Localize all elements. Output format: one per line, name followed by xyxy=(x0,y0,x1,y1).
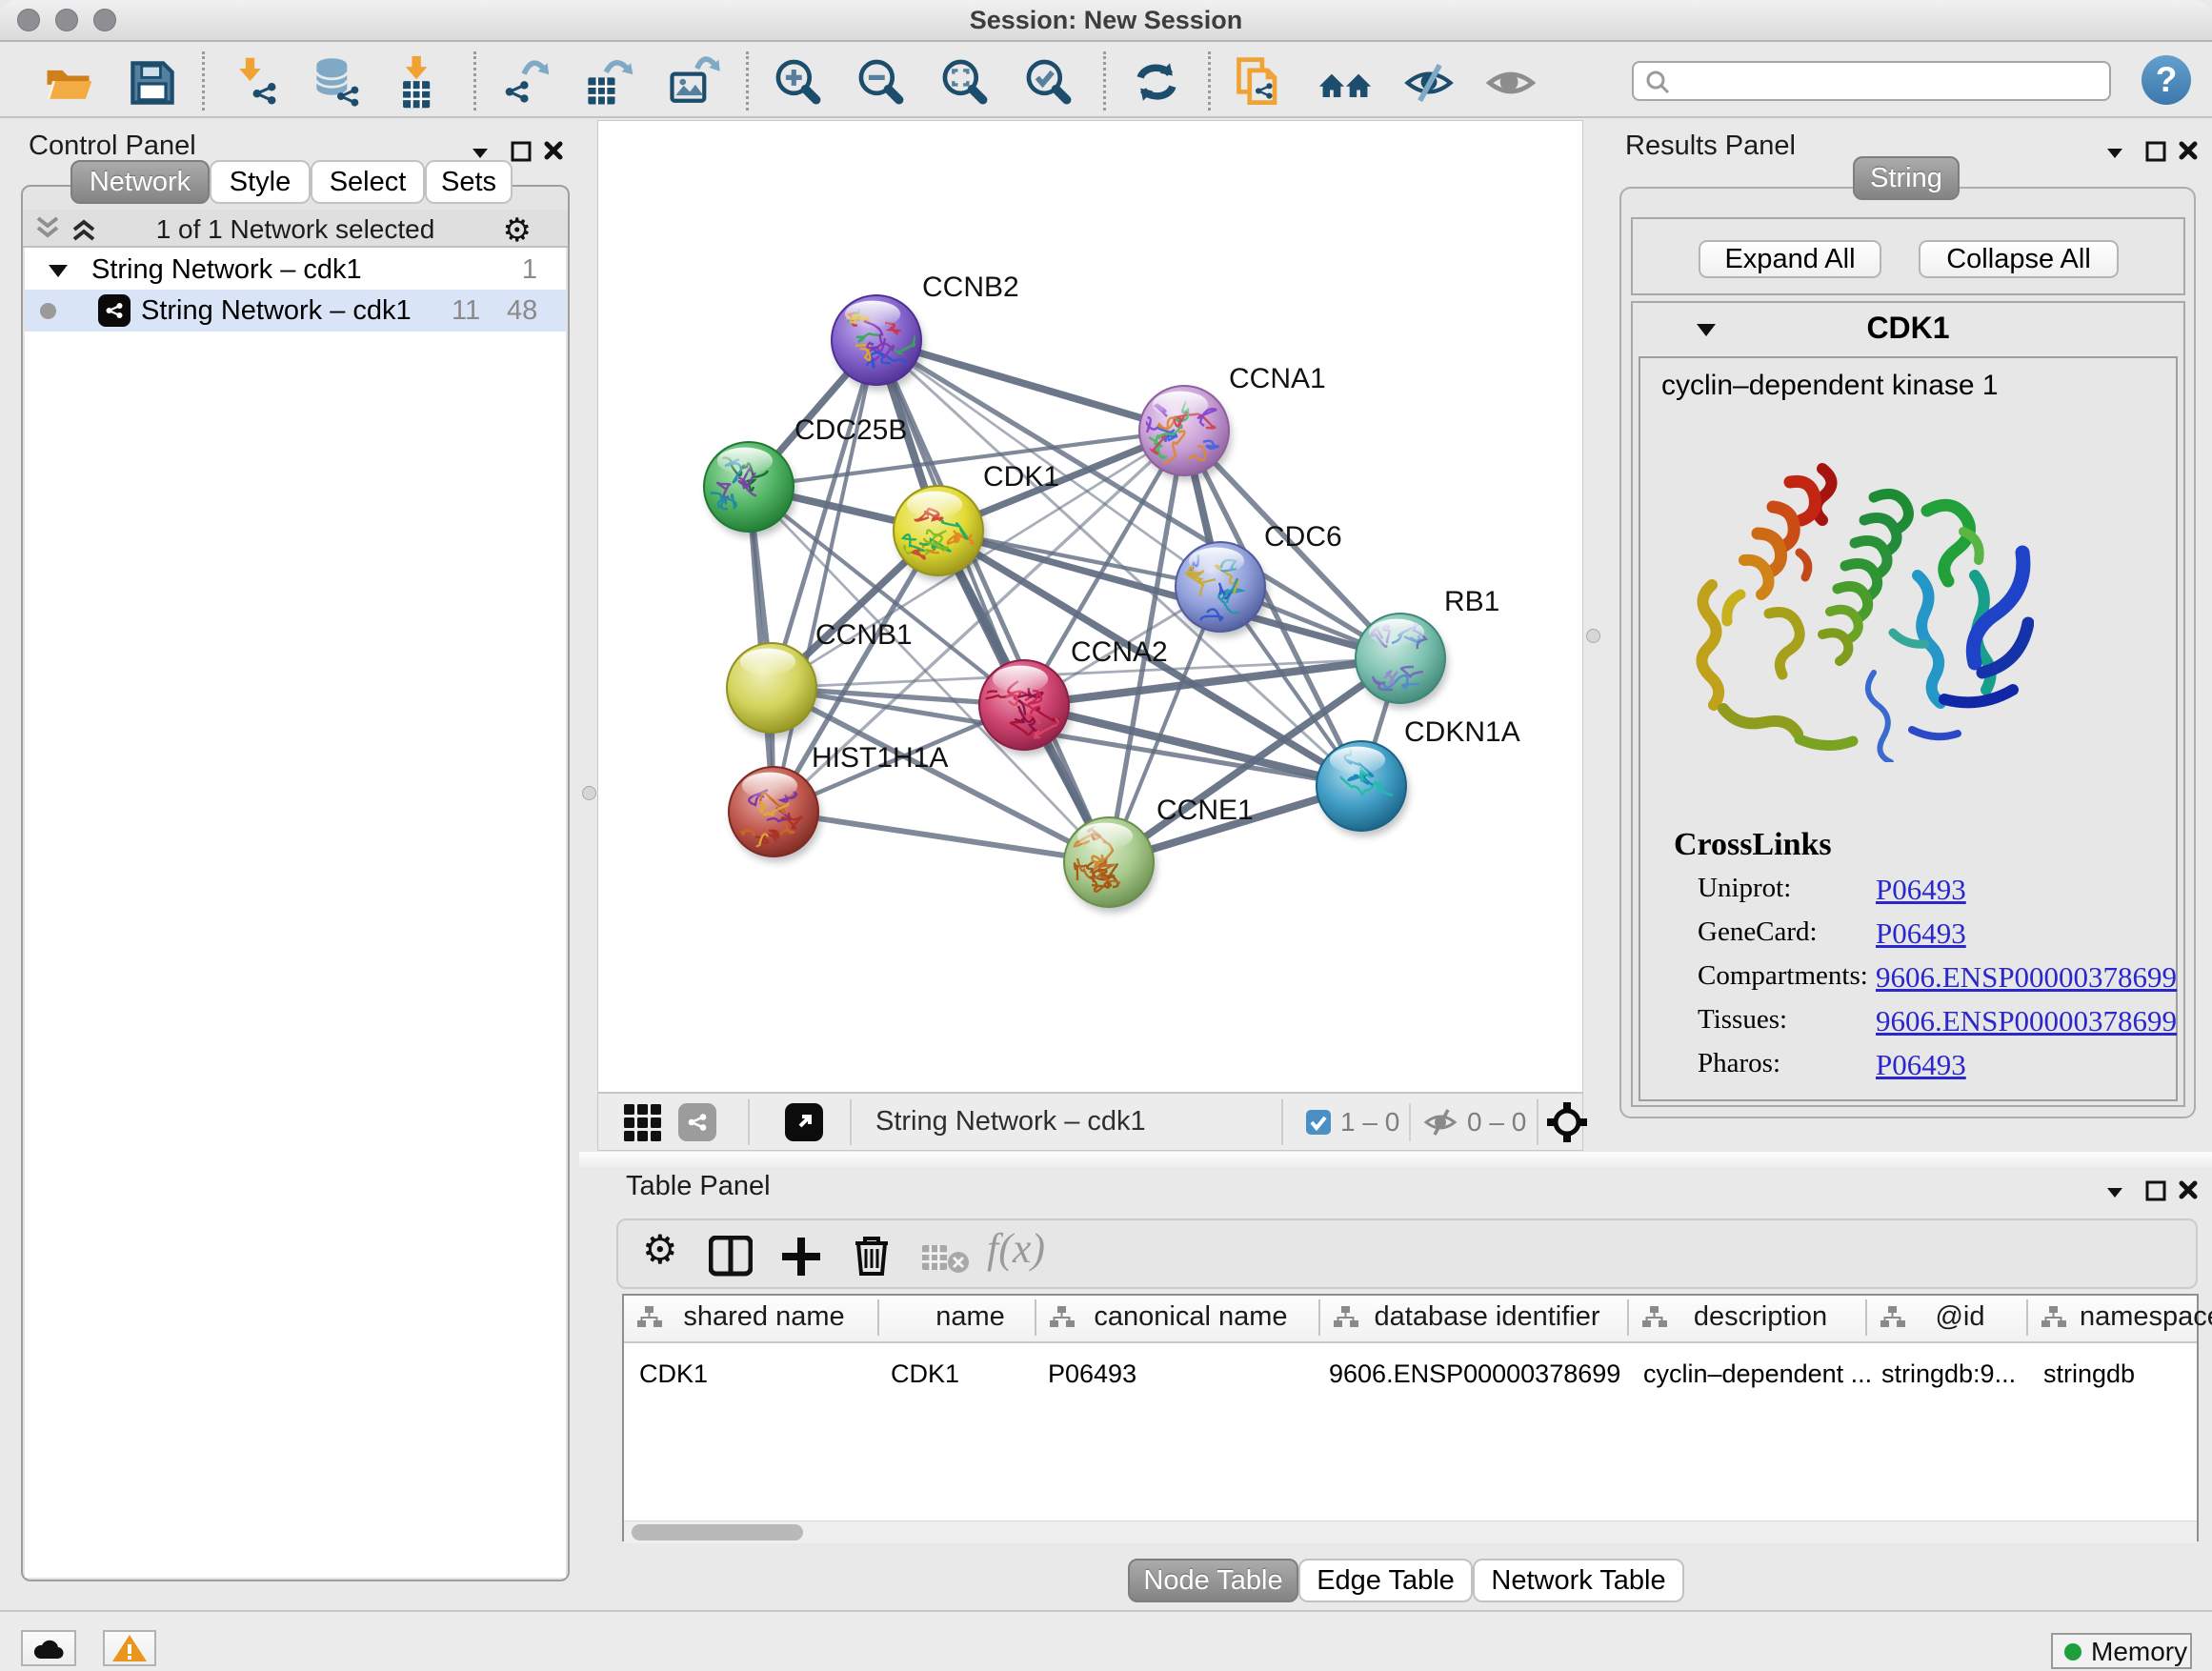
svg-text:CCNB1: CCNB1 xyxy=(815,619,913,651)
svg-text:CCNE1: CCNE1 xyxy=(1156,795,1254,826)
svg-text:CCNA1: CCNA1 xyxy=(1229,363,1326,394)
svg-text:CCNB2: CCNB2 xyxy=(922,272,1019,303)
svg-text:HIST1H1A: HIST1H1A xyxy=(812,742,948,774)
svg-text:CDK1: CDK1 xyxy=(983,461,1059,493)
svg-text:CDC25B: CDC25B xyxy=(794,414,907,446)
svg-text:CCNA2: CCNA2 xyxy=(1071,636,1168,668)
svg-text:CDC6: CDC6 xyxy=(1264,521,1342,553)
svg-text:RB1: RB1 xyxy=(1444,586,1499,617)
svg-text:CDKN1A: CDKN1A xyxy=(1404,716,1520,748)
